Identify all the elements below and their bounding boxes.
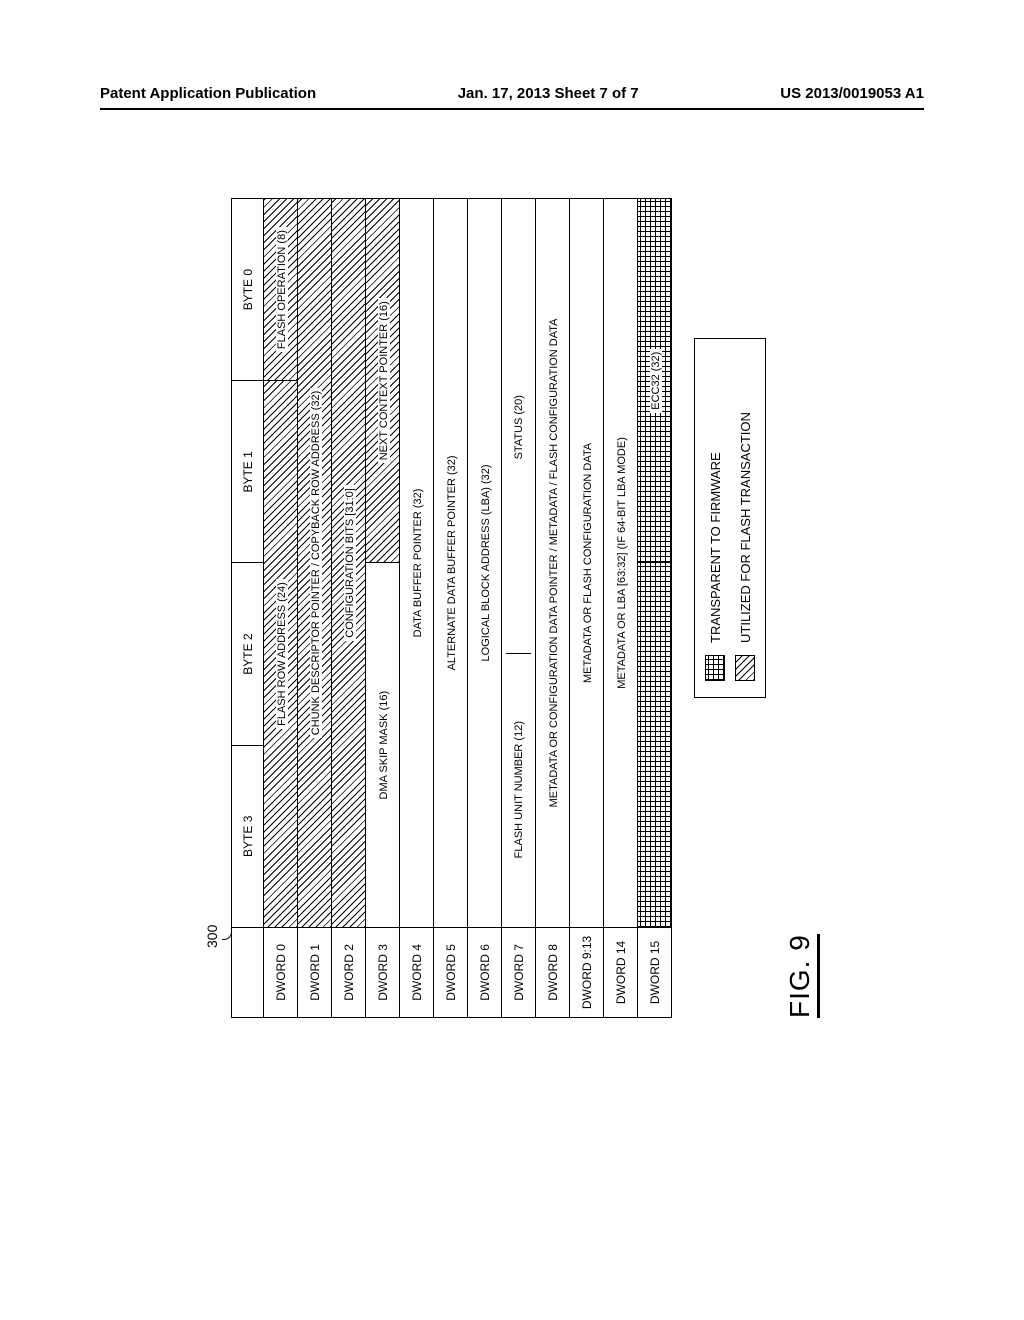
col-byte3: BYTE 3 xyxy=(232,745,264,927)
cell-lba: LOGICAL BLOCK ADDRESS (LBA) (32) xyxy=(468,199,502,928)
table-row: DWORD 8 METADATA OR CONFIGURATION DATA P… xyxy=(536,199,570,1018)
row-label: DWORD 6 xyxy=(468,927,502,1017)
col-blank xyxy=(232,927,264,1017)
table-row: DWORD 15 ECC32 (32) xyxy=(638,199,672,1018)
row-label: DWORD 9:13 xyxy=(570,927,604,1017)
header-right: US 2013/0019053 A1 xyxy=(780,85,924,102)
row-label: DWORD 4 xyxy=(400,927,434,1017)
header-left: Patent Application Publication xyxy=(100,85,316,102)
legend: TRANSPARENT TO FIRMWARE UTILIZED FOR FLA… xyxy=(694,338,766,698)
table-row: DWORD 7 FLASH UNIT NUMBER (12) STATUS (2… xyxy=(502,199,536,1018)
row-label: DWORD 2 xyxy=(332,927,366,1017)
reference-number: 300 xyxy=(204,925,220,948)
cell-metadata-lba-high: METADATA OR LBA [63:32] (IF 64-BIT LBA M… xyxy=(604,199,638,928)
cell-dword7: FLASH UNIT NUMBER (12) STATUS (20) xyxy=(502,199,536,928)
row-label: DWORD 5 xyxy=(434,927,468,1017)
table-row: DWORD 1 CHUNK DESCRIPTOR POINTER / COPYB… xyxy=(298,199,332,1018)
row-label: DWORD 8 xyxy=(536,927,570,1017)
cell-dword15-reserved xyxy=(638,563,672,927)
header-center: Jan. 17, 2013 Sheet 7 of 7 xyxy=(458,85,639,102)
cell-ecc32: ECC32 (32) xyxy=(638,199,672,563)
col-byte1: BYTE 1 xyxy=(232,381,264,563)
page-header: Patent Application Publication Jan. 17, … xyxy=(0,85,1024,102)
row-label: DWORD 1 xyxy=(298,927,332,1017)
legend-row-utilized: UTILIZED FOR FLASH TRANSACTION xyxy=(735,355,755,681)
table-row: DWORD 9:13 METADATA OR FLASH CONFIGURATI… xyxy=(570,199,604,1018)
table-row: DWORD 2 CONFIGURATION BITS [31:0] xyxy=(332,199,366,1018)
col-byte2: BYTE 2 xyxy=(232,563,264,745)
header-rule xyxy=(100,108,924,110)
cell-flash-unit-number: FLASH UNIT NUMBER (12) xyxy=(506,653,531,924)
cell-metadata-config-pointer: METADATA OR CONFIGURATION DATA POINTER /… xyxy=(536,199,570,928)
table-header-row: BYTE 3 BYTE 2 BYTE 1 BYTE 0 xyxy=(232,199,264,1018)
cell-status: STATUS (20) xyxy=(506,201,531,653)
table-row: DWORD 14 METADATA OR LBA [63:32] (IF 64-… xyxy=(604,199,638,1018)
dword-table: BYTE 3 BYTE 2 BYTE 1 BYTE 0 DWORD 0 FLAS… xyxy=(231,198,672,1018)
cell-data-buffer-pointer: DATA BUFFER POINTER (32) xyxy=(400,199,434,928)
row-label: DWORD 0 xyxy=(264,927,298,1017)
table-row: DWORD 5 ALTERNATE DATA BUFFER POINTER (3… xyxy=(434,199,468,1018)
row-label: DWORD 7 xyxy=(502,927,536,1017)
cell-alt-data-buffer-pointer: ALTERNATE DATA BUFFER POINTER (32) xyxy=(434,199,468,928)
legend-label: UTILIZED FOR FLASH TRANSACTION xyxy=(738,412,753,643)
table-row: DWORD 3 DMA SKIP MASK (16) NEXT CONTEXT … xyxy=(366,199,400,1018)
cell-config-bits: CONFIGURATION BITS [31:0] xyxy=(332,199,366,928)
legend-row-transparent: TRANSPARENT TO FIRMWARE xyxy=(705,355,725,681)
table-row: DWORD 0 FLASH ROW ADDRESS (24) FLASH OPE… xyxy=(264,199,298,1018)
cell-flash-row-address: FLASH ROW ADDRESS (24) xyxy=(264,381,298,928)
table-row: DWORD 6 LOGICAL BLOCK ADDRESS (LBA) (32) xyxy=(468,199,502,1018)
cell-next-context-pointer: NEXT CONTEXT POINTER (16) xyxy=(366,199,400,563)
figure-label: FIG. 9 xyxy=(784,934,820,1018)
legend-label: TRANSPARENT TO FIRMWARE xyxy=(708,452,723,643)
row-label: DWORD 3 xyxy=(366,927,400,1017)
table-row: DWORD 4 DATA BUFFER POINTER (32) xyxy=(400,199,434,1018)
cell-dma-skip-mask: DMA SKIP MASK (16) xyxy=(366,563,400,927)
row-label: DWORD 15 xyxy=(638,927,672,1017)
cell-metadata-flash-config: METADATA OR FLASH CONFIGURATION DATA xyxy=(570,199,604,928)
swatch-hatch-icon xyxy=(735,655,755,681)
row-label: DWORD 14 xyxy=(604,927,638,1017)
swatch-grid-icon xyxy=(705,655,725,681)
figure-9: 300 BYTE 3 BYTE 2 BYTE 1 BYTE 0 DWORD 0 xyxy=(204,198,820,1018)
cell-flash-operation: FLASH OPERATION (8) xyxy=(264,199,298,381)
cell-chunk-descriptor: CHUNK DESCRIPTOR POINTER / COPYBACK ROW … xyxy=(298,199,332,928)
col-byte0: BYTE 0 xyxy=(232,199,264,381)
